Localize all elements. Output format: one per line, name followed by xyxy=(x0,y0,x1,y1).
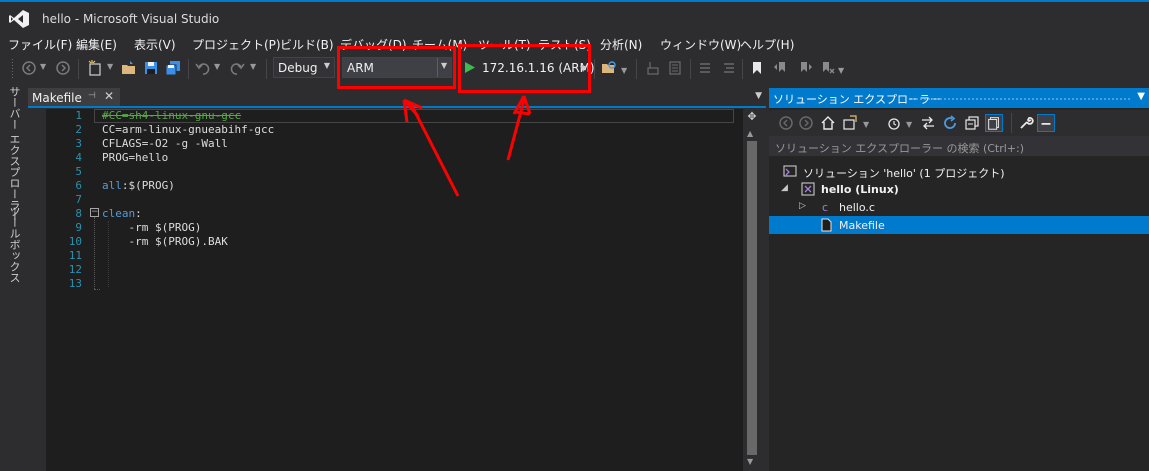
annotation-arrow-right xyxy=(506,95,532,161)
annotation-arrows xyxy=(402,95,532,197)
annotation-arrow-left xyxy=(402,98,460,197)
